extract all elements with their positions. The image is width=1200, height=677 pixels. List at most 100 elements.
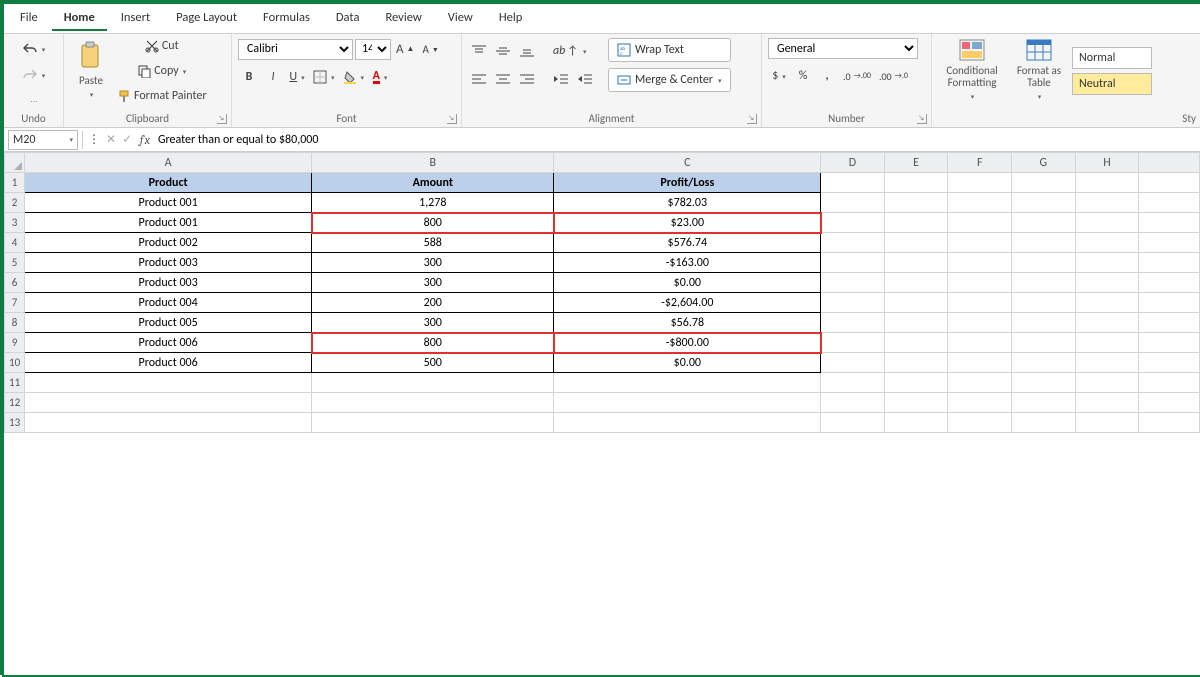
enter-formula-button[interactable]: ✓ <box>119 129 135 151</box>
row-header[interactable]: 5 <box>5 253 25 273</box>
bold-button[interactable]: B <box>238 66 260 88</box>
undo-button[interactable]: ▾ <box>19 38 49 60</box>
shrink-font-button[interactable]: A▼ <box>419 38 441 60</box>
row-header[interactable]: 7 <box>5 293 25 313</box>
row-header[interactable]: 1 <box>5 173 25 193</box>
fx-icon[interactable]: ƒx <box>139 133 150 147</box>
col-header[interactable]: C <box>554 153 821 173</box>
data-cell[interactable]: 200 <box>312 293 554 313</box>
data-cell[interactable]: 800 <box>312 213 554 233</box>
row-header[interactable]: 13 <box>5 413 25 433</box>
percent-format-button[interactable]: % <box>792 65 814 87</box>
col-header[interactable]: D <box>821 153 885 173</box>
decrease-indent-button[interactable] <box>550 68 572 90</box>
data-cell[interactable]: Product 001 <box>25 193 312 213</box>
row-header[interactable]: 8 <box>5 313 25 333</box>
data-cell[interactable]: Product 004 <box>25 293 312 313</box>
row-header[interactable]: 2 <box>5 193 25 213</box>
accounting-format-button[interactable]: $▾ <box>768 65 790 87</box>
data-cell[interactable]: -$2,604.00 <box>554 293 821 313</box>
row-header[interactable]: 10 <box>5 353 25 373</box>
name-box[interactable]: M20▾ <box>8 130 78 150</box>
align-top-button[interactable] <box>468 40 490 62</box>
table-header-cell[interactable]: Amount <box>312 173 554 193</box>
wrap-text-button[interactable]: abcWrap Text <box>608 38 731 62</box>
cell-style-normal[interactable]: Normal <box>1072 47 1152 69</box>
paste-button[interactable]: Paste▾ <box>70 39 112 103</box>
conditional-formatting-button[interactable]: Conditional Formatting▾ <box>938 39 1006 103</box>
menu-insert[interactable]: Insert <box>109 6 162 31</box>
format-as-table-button[interactable]: Format as Table▾ <box>1010 39 1068 103</box>
font-launcher-icon[interactable]: ↘ <box>447 114 457 124</box>
menu-formulas[interactable]: Formulas <box>251 6 322 31</box>
number-launcher-icon[interactable]: ↘ <box>917 114 927 124</box>
ribbon-more-button[interactable]: ⋯ <box>23 90 45 112</box>
data-cell[interactable]: $23.00 <box>554 213 821 233</box>
col-header[interactable]: B <box>312 153 554 173</box>
clipboard-launcher-icon[interactable]: ↘ <box>217 114 227 124</box>
align-center-button[interactable] <box>492 68 514 90</box>
data-cell[interactable]: -$800.00 <box>554 333 821 353</box>
data-cell[interactable]: 300 <box>312 313 554 333</box>
align-bottom-button[interactable] <box>516 40 538 62</box>
table-header-cell[interactable]: Profit/Loss <box>554 173 821 193</box>
row-header[interactable]: 6 <box>5 273 25 293</box>
data-cell[interactable]: -$163.00 <box>554 253 821 273</box>
orientation-button[interactable]: ab↗▾ <box>550 40 589 62</box>
format-painter-button[interactable]: Format Painter <box>114 85 210 107</box>
underline-button[interactable]: U▾ <box>286 66 308 88</box>
align-right-button[interactable] <box>516 68 538 90</box>
merge-center-button[interactable]: Merge & Center▾ <box>608 68 731 92</box>
data-cell[interactable]: 800 <box>312 333 554 353</box>
row-header[interactable]: 9 <box>5 333 25 353</box>
data-cell[interactable]: $56.78 <box>554 313 821 333</box>
data-cell[interactable]: $576.74 <box>554 233 821 253</box>
number-format-select[interactable]: General <box>768 38 918 59</box>
redo-button[interactable]: ▾ <box>19 64 49 86</box>
cell-style-neutral[interactable]: Neutral <box>1072 73 1152 95</box>
data-cell[interactable]: 500 <box>312 353 554 373</box>
spreadsheet-grid[interactable]: A B C D E F G H 1ProductAmountProfit/Los… <box>4 152 1200 433</box>
menu-file[interactable]: File <box>8 6 50 31</box>
col-header[interactable]: A <box>25 153 312 173</box>
data-cell[interactable]: 300 <box>312 273 554 293</box>
comma-format-button[interactable]: , <box>816 65 838 87</box>
font-color-button[interactable]: A▾ <box>369 66 391 88</box>
font-size-select[interactable]: 14 <box>355 39 391 60</box>
data-cell[interactable]: $0.00 <box>554 273 821 293</box>
select-all-corner[interactable] <box>5 153 25 173</box>
decrease-decimal-button[interactable]: .00→.0 <box>876 65 911 87</box>
row-header[interactable]: 11 <box>5 373 25 393</box>
align-left-button[interactable] <box>468 68 490 90</box>
fill-color-button[interactable]: ▾ <box>340 66 368 88</box>
row-header[interactable]: 4 <box>5 233 25 253</box>
data-cell[interactable]: $782.03 <box>554 193 821 213</box>
data-cell[interactable]: 1,278 <box>312 193 554 213</box>
cut-button[interactable]: Cut <box>114 35 210 57</box>
align-middle-button[interactable] <box>492 40 514 62</box>
data-cell[interactable]: 300 <box>312 253 554 273</box>
increase-indent-button[interactable] <box>574 68 596 90</box>
col-header[interactable]: F <box>948 153 1012 173</box>
formula-input[interactable] <box>154 130 1200 150</box>
data-cell[interactable]: Product 006 <box>25 333 312 353</box>
data-cell[interactable]: 588 <box>312 233 554 253</box>
col-header[interactable]: H <box>1075 153 1139 173</box>
menu-page-layout[interactable]: Page Layout <box>164 6 249 31</box>
increase-decimal-button[interactable]: .0→.00 <box>840 65 874 87</box>
data-cell[interactable]: Product 003 <box>25 253 312 273</box>
grow-font-button[interactable]: A▲ <box>393 38 417 60</box>
menu-help[interactable]: Help <box>487 6 534 31</box>
menu-view[interactable]: View <box>436 6 485 31</box>
menu-data[interactable]: Data <box>324 6 372 31</box>
formula-menu-button[interactable]: ⋮ <box>85 129 103 151</box>
menu-home[interactable]: Home <box>52 6 107 31</box>
data-cell[interactable]: Product 002 <box>25 233 312 253</box>
font-name-select[interactable]: Calibri <box>238 39 353 60</box>
cancel-formula-button[interactable]: ✕ <box>103 129 119 151</box>
italic-button[interactable]: I <box>262 66 284 88</box>
row-header[interactable]: 3 <box>5 213 25 233</box>
data-cell[interactable]: Product 003 <box>25 273 312 293</box>
alignment-launcher-icon[interactable]: ↘ <box>747 114 757 124</box>
col-header[interactable]: G <box>1012 153 1076 173</box>
